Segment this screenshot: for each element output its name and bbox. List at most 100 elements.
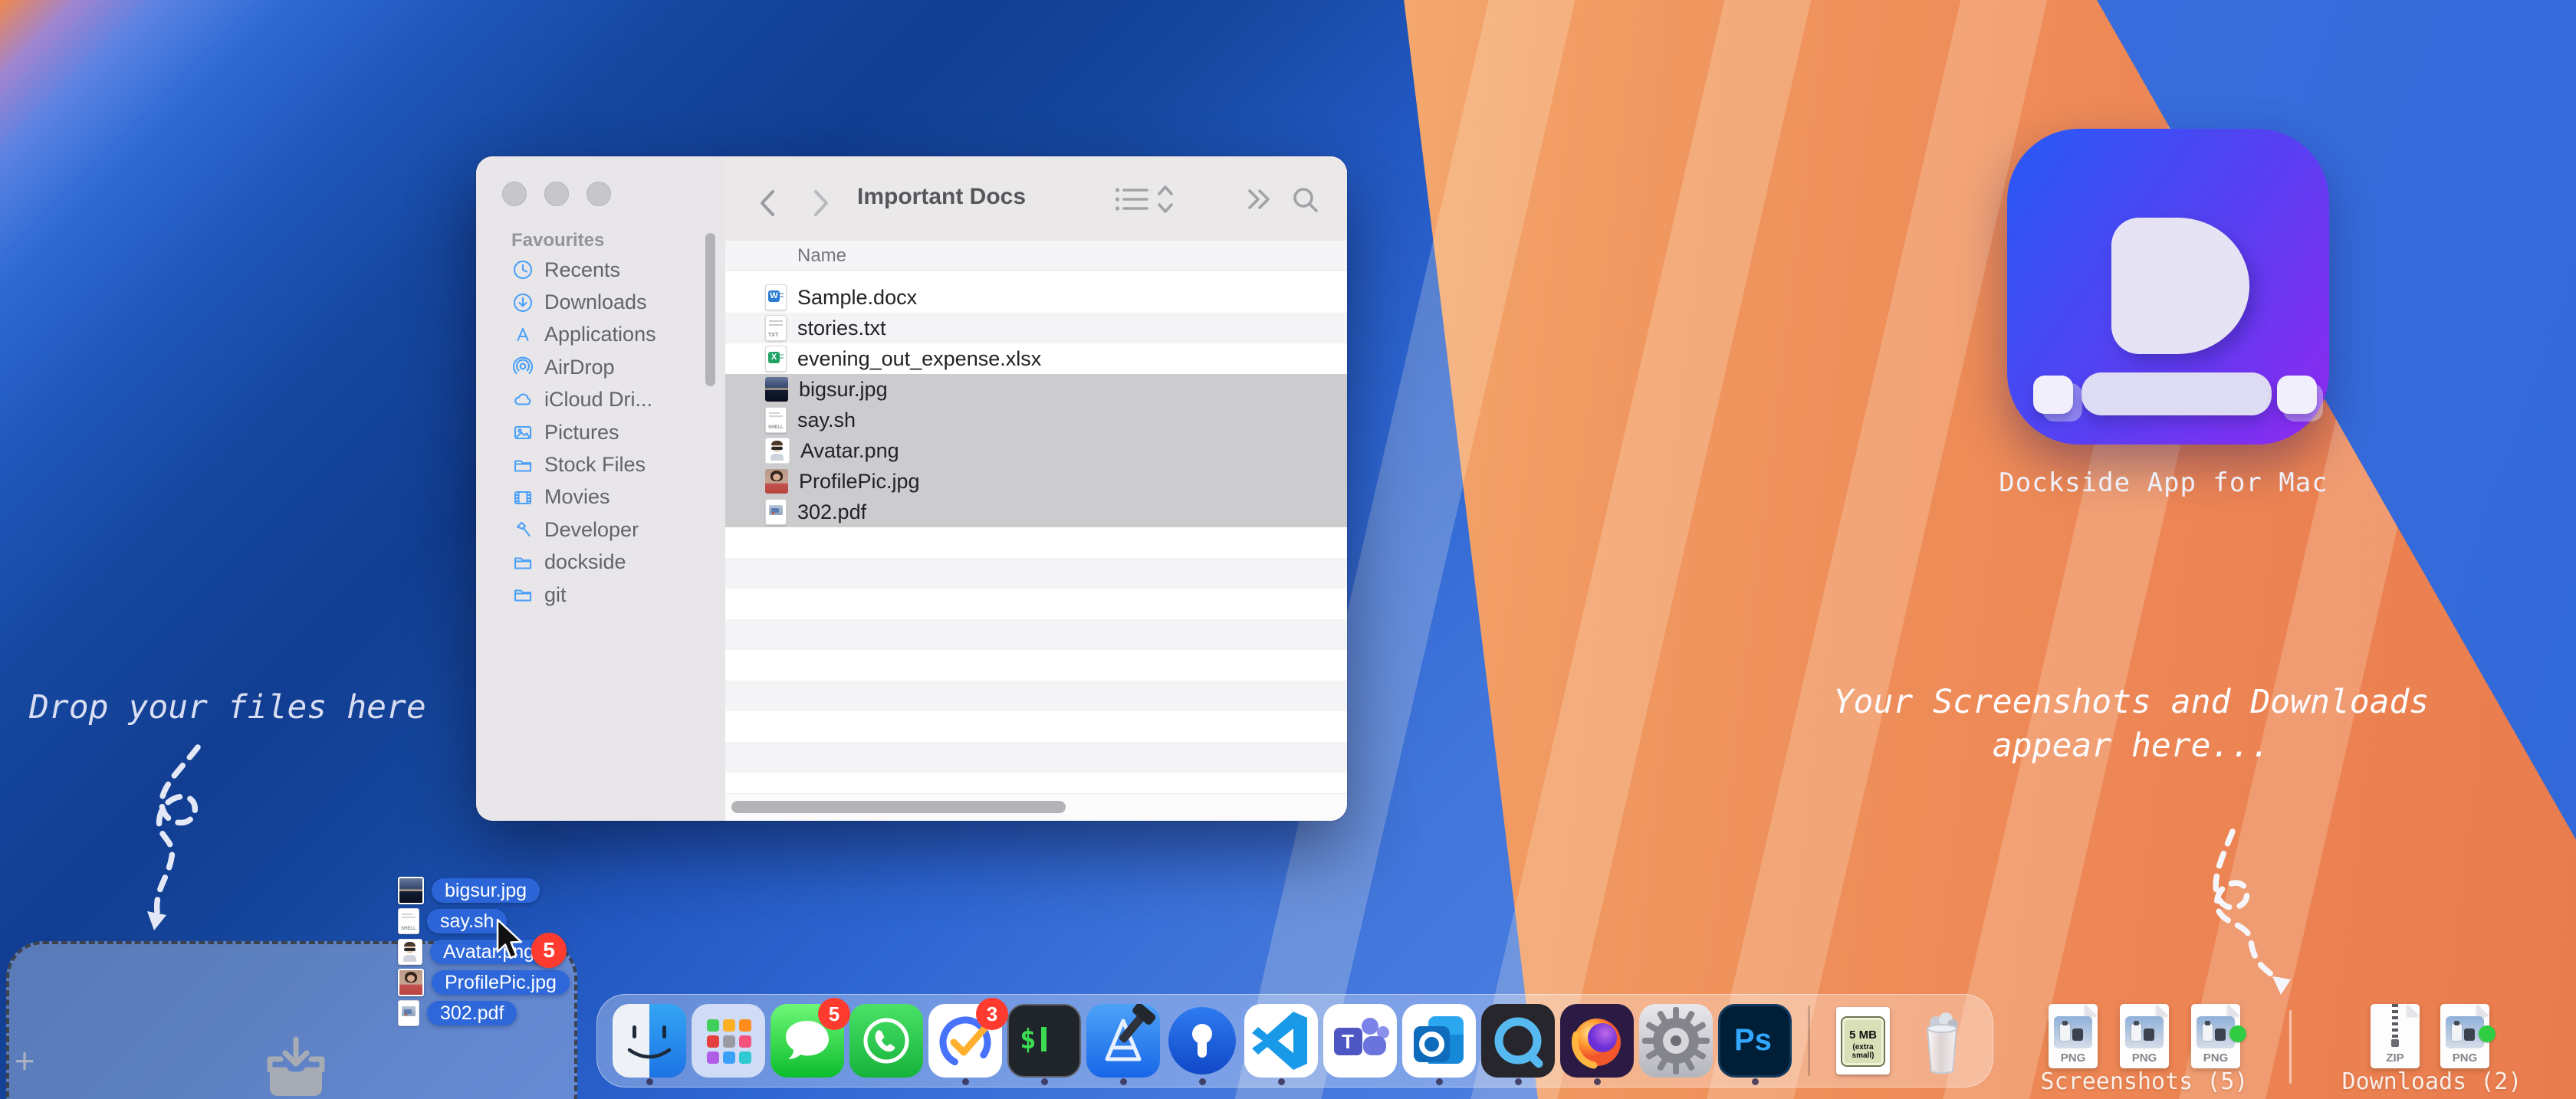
shell-script-icon: SHELL <box>765 407 787 433</box>
sidebar-item-applications[interactable]: Applications <box>476 319 725 351</box>
sidebar-item-git[interactable]: git <box>476 579 725 611</box>
running-indicator-dot <box>1436 1078 1443 1085</box>
file-row-say-sh[interactable]: SHELL say.sh <box>725 405 1347 435</box>
dock-item-trash[interactable] <box>1905 1004 1979 1078</box>
file-name: ProfilePic.jpg <box>799 469 920 493</box>
file-type-label: PNG <box>2131 1051 2157 1065</box>
dock-item-finder[interactable] <box>613 1004 686 1085</box>
film-icon <box>514 490 532 504</box>
dock-item-launchpad[interactable] <box>692 1004 765 1078</box>
sidebar-scrollbar[interactable] <box>705 233 715 386</box>
dragged-file-302-pdf[interactable]: 302.pdf <box>398 1000 570 1026</box>
profile-photo-thumbnail <box>398 969 424 996</box>
desktop-group-downloads-2: ZIP PNG <box>2371 1004 2496 1068</box>
png-desktop-file-icon[interactable]: PNG <box>2120 1004 2169 1068</box>
dragged-file-profilepic-jpg[interactable]: ProfilePic.jpg <box>398 969 570 996</box>
dock-item-system-settings[interactable] <box>1639 1004 1713 1078</box>
search-icon[interactable] <box>1291 185 1320 215</box>
pdf-file-icon <box>765 499 787 525</box>
sidebar-list: Recents Downloads Applications AirDrop iClou… <box>476 254 725 611</box>
desktop: Drop your files here Your Screenshots an… <box>0 0 2576 1099</box>
dock-item-messages[interactable]: 5 <box>770 998 850 1078</box>
finder-content: Important Docs Name W Sample.docx TXT st… <box>725 156 1347 821</box>
dock-item-5-mb-extra-small-document[interactable]: 5 MB (extra small) <box>1826 1004 1900 1078</box>
dock-item-ticktick[interactable]: 3 <box>928 998 1008 1085</box>
sidebar-item-label: dockside <box>544 550 626 574</box>
file-name: bigsur.jpg <box>799 377 888 401</box>
file-row-profilepic-jpg[interactable]: ProfilePic.jpg <box>725 466 1347 497</box>
sidebar-item-label: Pictures <box>544 420 619 444</box>
sidebar-item-recents[interactable]: Recents <box>476 254 725 286</box>
screenshots-annotation-line1: Your Screenshots and Downloads <box>1833 683 2430 721</box>
file-name: say.sh <box>797 408 856 431</box>
new-file-dot <box>2479 1025 2496 1042</box>
dock-item-terminal[interactable]: $ <box>1007 1004 1081 1085</box>
window-controls <box>502 182 611 206</box>
file-type-label: PNG <box>2203 1051 2229 1065</box>
sidebar-item-airdrop[interactable]: AirDrop <box>476 351 725 383</box>
running-indicator-dot <box>1752 1078 1759 1085</box>
desktop-group-label: Screenshots (5) <box>2040 1068 2249 1095</box>
add-shelf-button[interactable]: + <box>8 1043 41 1078</box>
dock-item-firefox[interactable] <box>1560 1004 1634 1085</box>
file-row-stories-txt[interactable]: TXT stories.txt <box>725 313 1347 343</box>
sidebar-item-label: AirDrop <box>544 355 615 379</box>
sidebar-item-label: Stock Files <box>544 453 646 477</box>
dragged-file-label: ProfilePic.jpg <box>432 970 570 995</box>
sidebar-item-pictures[interactable]: Pictures <box>476 416 725 448</box>
dock-item-1password[interactable] <box>1165 1004 1239 1085</box>
dock-item-microsoft-outlook[interactable] <box>1402 1004 1476 1085</box>
dockside-app-icon[interactable] <box>2007 129 2329 445</box>
pdf-file-icon <box>398 1000 419 1026</box>
zip-desktop-file-icon[interactable]: ZIP <box>2371 1004 2420 1068</box>
png-desktop-file-icon[interactable]: PNG <box>2049 1004 2098 1068</box>
sidebar-item-dockside[interactable]: dockside <box>476 546 725 579</box>
image-preview <box>2125 1016 2164 1048</box>
file-row-evening-out-expense-xlsx[interactable]: Xevening_out_expense.xlsx <box>725 343 1347 374</box>
avatar-image-thumbnail <box>765 438 790 464</box>
finder-toolbar: Important Docs <box>725 156 1347 241</box>
file-list: W Sample.docx TXT stories.txt Xevening_out_e… <box>725 282 1347 527</box>
zoom-button[interactable] <box>586 182 611 206</box>
file-type-label: ZIP <box>2386 1051 2404 1065</box>
back-button[interactable] <box>757 189 777 218</box>
dockside-chip-right <box>2277 376 2317 414</box>
sidebar-section-header: Favourites <box>511 230 605 251</box>
png-desktop-file-icon[interactable]: PNG <box>2191 1004 2246 1068</box>
dock-item-xcode[interactable] <box>1086 1004 1160 1085</box>
column-header-name[interactable]: Name <box>797 245 846 267</box>
forward-button[interactable] <box>811 189 831 218</box>
dragged-file-say-sh[interactable]: SHELL say.sh <box>398 908 570 934</box>
file-row-302-pdf[interactable]: 302.pdf <box>725 497 1347 527</box>
horizontal-scrollbar[interactable] <box>731 801 1066 813</box>
dock-item-whatsapp[interactable] <box>849 1004 923 1078</box>
dragged-file-bigsur-jpg[interactable]: bigsur.jpg <box>398 877 570 904</box>
view-sort-control[interactable] <box>1115 184 1178 215</box>
dock-item-photoshop[interactable]: Ps <box>1718 1004 1792 1085</box>
column-header-row[interactable]: Name <box>725 241 1347 271</box>
text-file-icon: TXT <box>765 315 787 341</box>
dock-item-visual-studio-code[interactable] <box>1244 1004 1318 1085</box>
minimize-button[interactable] <box>544 182 569 206</box>
dragged-file-label: bigsur.jpg <box>432 878 540 903</box>
sidebar-item-developer[interactable]: Developer <box>476 513 725 546</box>
file-row-sample-docx[interactable]: W Sample.docx <box>725 282 1347 313</box>
dockside-chip-left <box>2033 376 2073 414</box>
dock-item-quicktime-player[interactable] <box>1481 1004 1555 1085</box>
file-row-avatar-png[interactable]: Avatar.png <box>725 435 1347 466</box>
sidebar-item-icloud-dri[interactable]: iCloud Dri... <box>476 384 725 416</box>
drop-tray-icon <box>267 1036 325 1096</box>
png-desktop-file-icon[interactable]: PNG <box>2440 1004 2496 1068</box>
dock-item-microsoft-teams[interactable]: T <box>1323 1004 1397 1078</box>
sidebar-item-movies[interactable]: Movies <box>476 481 725 513</box>
photo-icon <box>514 426 532 440</box>
new-file-dot <box>2229 1025 2246 1042</box>
more-toolbar-items-icon[interactable] <box>1247 187 1273 212</box>
running-indicator-dot <box>1515 1078 1522 1085</box>
sidebar-item-downloads[interactable]: Downloads <box>476 286 725 318</box>
image-preview <box>2054 1016 2092 1048</box>
sidebar-item-stock-files[interactable]: Stock Files <box>476 448 725 481</box>
file-row-bigsur-jpg[interactable]: bigsur.jpg <box>725 374 1347 405</box>
close-button[interactable] <box>502 182 527 206</box>
avatar-image-thumbnail <box>398 939 422 965</box>
